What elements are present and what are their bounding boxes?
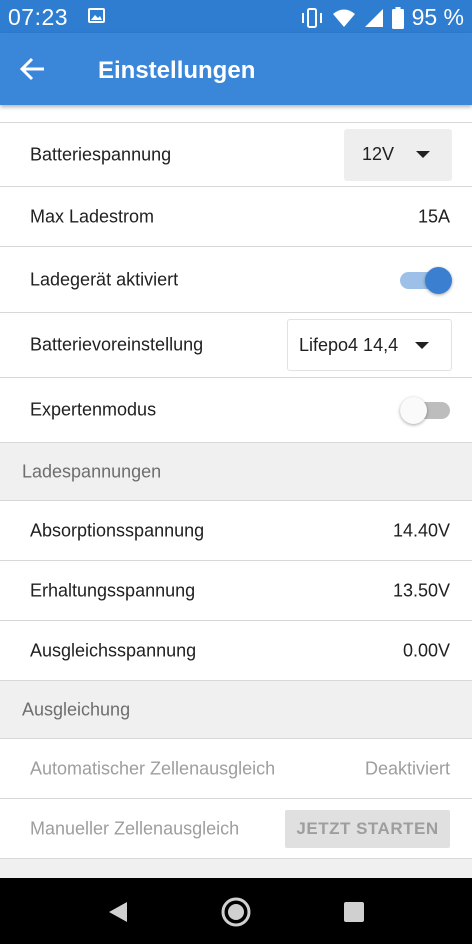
page-title: Einstellungen	[98, 57, 256, 84]
section-title: Ausgleichung	[22, 699, 131, 719]
toggle-thumb	[425, 266, 452, 294]
battery-percent: 95 %	[411, 4, 464, 30]
jetzt-starten-button[interactable]: JETZT STARTEN	[285, 809, 450, 848]
absorptionsspannung-label: Absorptionsspannung	[30, 520, 205, 540]
absorptionsspannung-value: 14.40V	[392, 520, 450, 540]
erhaltungsspannung-row[interactable]: Erhaltungsspannung 13.50V	[0, 561, 472, 621]
ausgleichsspannung-row[interactable]: Ausgleichsspannung 0.00V	[0, 621, 472, 681]
manueller-zellenausgleich-label: Manueller Zellenausgleich	[30, 818, 240, 838]
ladegeraet-toggle[interactable]	[400, 266, 452, 294]
status-time: 07:23	[8, 4, 69, 30]
battery-icon	[391, 6, 404, 29]
list-top-spacer	[0, 105, 472, 123]
app-bar: Einstellungen	[0, 33, 472, 105]
status-icons: 95 %	[300, 4, 464, 31]
expertenmodus-row: Expertenmodus	[0, 378, 472, 443]
expertenmodus-label: Expertenmodus	[30, 399, 157, 420]
batterievoreinstellung-dropdown[interactable]: Lifepo4 14,4	[287, 319, 452, 371]
batteriespannung-label: Batteriespannung	[30, 144, 172, 164]
expertenmodus-toggle[interactable]	[400, 396, 452, 424]
max-ladestrom-label: Max Ladestrom	[30, 206, 155, 226]
max-ladestrom-row[interactable]: Max Ladestrom 15A	[0, 187, 472, 247]
dropdown-arrow-icon	[415, 342, 429, 349]
status-bar: 07:23 95 %	[0, 0, 472, 33]
ladegeraet-label: Ladegerät aktiviert	[30, 269, 179, 289]
batteriespannung-dropdown[interactable]: 12V	[344, 128, 452, 181]
absorptionsspannung-row[interactable]: Absorptionsspannung 14.40V	[0, 501, 472, 561]
erhaltungsspannung-value: 13.50V	[392, 580, 450, 600]
max-ladestrom-value: 15A	[417, 206, 450, 226]
image-icon	[88, 8, 105, 23]
batterievoreinstellung-value: Lifepo4 14,4	[299, 334, 399, 355]
arrow-back-icon[interactable]	[19, 57, 47, 81]
manueller-zellenausgleich-row: Manueller Zellenausgleich JETZT STARTEN	[0, 799, 472, 859]
recents-square-icon[interactable]	[336, 894, 372, 930]
ausgleichsspannung-value: 0.00V	[402, 640, 450, 660]
section-header-ausgleichung: Ausgleichung	[0, 681, 472, 739]
back-triangle-icon[interactable]	[100, 894, 136, 930]
automatischer-zellenausgleich-row: Automatischer Zellenausgleich Deaktivier…	[0, 739, 472, 799]
wifi-icon	[332, 9, 355, 27]
section-title: Ladespannungen	[22, 461, 162, 481]
signal-icon	[364, 8, 383, 27]
toggle-thumb	[400, 397, 427, 424]
batterievoreinstellung-label: Batterievoreinstellung	[30, 334, 204, 355]
settings-list[interactable]: Batteriespannung 12V Max Ladestrom 15A L…	[0, 105, 472, 878]
batterievoreinstellung-row: Batterievoreinstellung Lifepo4 14,4	[0, 313, 472, 378]
batteriespannung-value: 12V	[362, 144, 395, 164]
vibrate-icon	[301, 7, 322, 28]
erhaltungsspannung-label: Erhaltungsspannung	[30, 580, 196, 600]
ausgleichsspannung-label: Ausgleichsspannung	[30, 640, 197, 660]
ladegeraet-row: Ladegerät aktiviert	[0, 247, 472, 313]
dropdown-arrow-icon	[416, 150, 430, 158]
batteriespannung-row: Batteriespannung 12V	[0, 123, 472, 187]
automatischer-zellenausgleich-value: Deaktiviert	[364, 758, 450, 778]
system-nav-bar	[0, 878, 472, 944]
section-header-partial	[0, 859, 472, 878]
home-circle-icon[interactable]	[218, 894, 254, 930]
section-header-ladespannungen: Ladespannungen	[0, 443, 472, 501]
automatischer-zellenausgleich-label: Automatischer Zellenausgleich	[30, 758, 276, 778]
